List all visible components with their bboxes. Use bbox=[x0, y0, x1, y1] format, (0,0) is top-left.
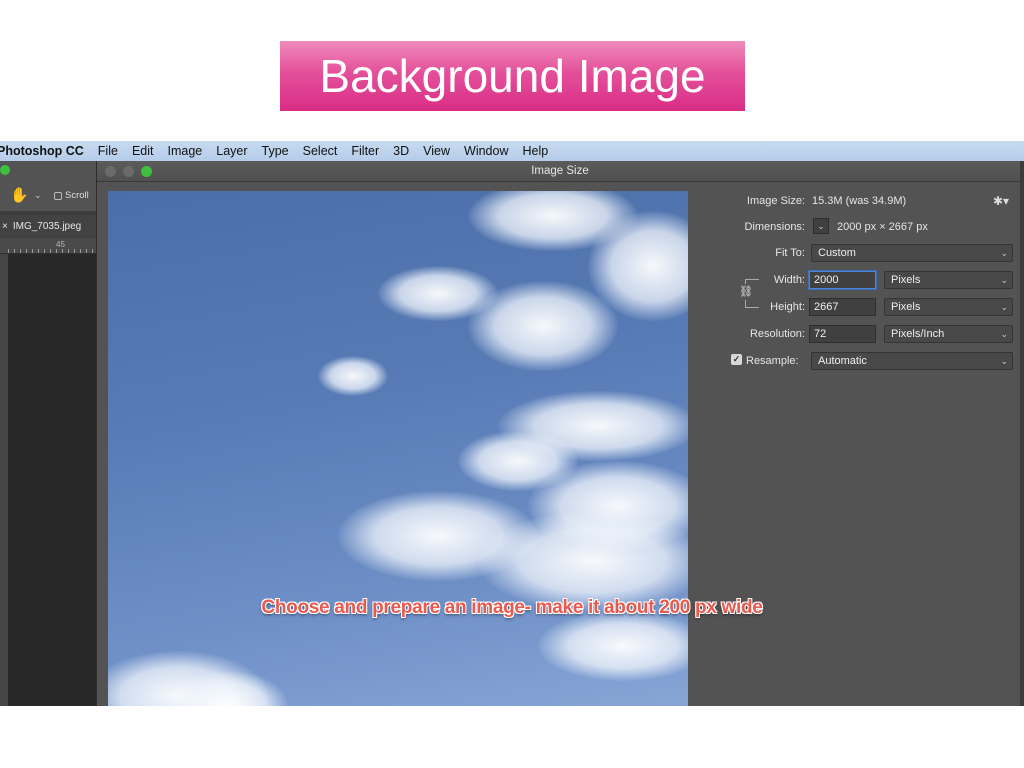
chevron-down-icon[interactable]: ⌄ bbox=[813, 218, 829, 234]
menu-file[interactable]: File bbox=[98, 144, 118, 158]
menu-type[interactable]: Type bbox=[262, 144, 289, 158]
width-label: Width: bbox=[773, 274, 805, 286]
width-unit-value: Pixels bbox=[891, 274, 921, 286]
window-zoom-button[interactable] bbox=[0, 165, 10, 175]
slide-caption: Choose and prepare an image- make it abo… bbox=[261, 597, 763, 618]
scroll-all-windows-option[interactable]: Scroll bbox=[54, 190, 89, 201]
width-unit-select[interactable]: Pixels ⌄ bbox=[884, 271, 1013, 289]
height-unit-value: Pixels bbox=[891, 301, 921, 313]
chevron-down-icon: ⌄ bbox=[1000, 302, 1008, 312]
hand-icon[interactable]: ✋ bbox=[10, 186, 30, 206]
close-icon[interactable]: × bbox=[2, 221, 8, 232]
menu-window[interactable]: Window bbox=[464, 144, 508, 158]
menu-edit[interactable]: Edit bbox=[132, 144, 154, 158]
dimensions-value: 2000 px × 2667 px bbox=[837, 221, 928, 233]
menu-help[interactable]: Help bbox=[523, 144, 549, 158]
width-field[interactable]: 2000 bbox=[809, 271, 876, 289]
slide-title: Background Image bbox=[280, 41, 745, 111]
menu-filter[interactable]: Filter bbox=[351, 144, 379, 158]
height-unit-select[interactable]: Pixels ⌄ bbox=[884, 298, 1013, 316]
horizontal-ruler: 45 bbox=[0, 238, 98, 254]
menu-app-name[interactable]: Photoshop CC bbox=[0, 144, 84, 158]
resolution-unit-value: Pixels/Inch bbox=[891, 328, 945, 340]
chain-link-icon[interactable]: ⛓ bbox=[739, 284, 753, 300]
resolution-label: Resolution: bbox=[749, 328, 805, 340]
canvas-area bbox=[0, 254, 98, 706]
document-tab-label: IMG_7035.jpeg bbox=[12, 220, 82, 232]
slide: Background Image Photoshop CC File Edit … bbox=[0, 0, 1024, 768]
image-size-dialog: Image Size Image Size: 15.3M (was 34.9M)… bbox=[96, 161, 1023, 706]
chevron-down-icon: ⌄ bbox=[1000, 248, 1008, 258]
menu-image[interactable]: Image bbox=[168, 144, 203, 158]
mac-menubar: Photoshop CC File Edit Image Layer Type … bbox=[0, 141, 1024, 161]
chevron-down-icon: ⌄ bbox=[1000, 275, 1008, 285]
ruler-number: 45 bbox=[56, 240, 65, 249]
gear-icon[interactable]: ✱▾ bbox=[993, 194, 1009, 208]
menu-layer[interactable]: Layer bbox=[216, 144, 247, 158]
dimensions-label: Dimensions: bbox=[744, 221, 805, 233]
menu-3d[interactable]: 3D bbox=[393, 144, 409, 158]
scroll-label: Scroll bbox=[65, 190, 89, 201]
dialog-title: Image Size bbox=[531, 165, 589, 177]
fit-to-select[interactable]: Custom ⌄ bbox=[811, 244, 1013, 262]
chevron-down-icon: ⌄ bbox=[1000, 356, 1008, 366]
resample-checkbox[interactable]: ✓ bbox=[731, 354, 742, 365]
fit-to-label: Fit To: bbox=[775, 247, 805, 259]
image-size-label: Image Size: bbox=[746, 195, 805, 207]
resolution-unit-select[interactable]: Pixels/Inch ⌄ bbox=[884, 325, 1013, 343]
chevron-down-icon: ⌄ bbox=[1000, 329, 1008, 339]
cloud-shape bbox=[318, 356, 388, 396]
height-label: Height: bbox=[770, 301, 805, 313]
document-tab[interactable]: × IMG_7035.jpeg bbox=[0, 215, 98, 237]
vertical-ruler bbox=[0, 254, 8, 706]
image-size-value: 15.3M (was 34.9M) bbox=[812, 195, 907, 207]
chevron-down-icon[interactable]: ⌄ bbox=[34, 190, 42, 201]
menu-select[interactable]: Select bbox=[303, 144, 338, 158]
cloud-shape bbox=[538, 611, 688, 681]
fit-to-value: Custom bbox=[818, 247, 856, 259]
height-field[interactable]: 2667 bbox=[809, 298, 876, 316]
ruler-ticks bbox=[8, 249, 96, 253]
cloud-shape bbox=[478, 511, 688, 611]
resample-label: Resample: bbox=[746, 355, 799, 367]
dialog-titlebar[interactable]: Image Size bbox=[97, 161, 1023, 182]
workspace-edge bbox=[1020, 161, 1024, 706]
resolution-field[interactable]: 72 bbox=[809, 325, 876, 343]
image-preview[interactable] bbox=[108, 191, 688, 706]
checkbox[interactable] bbox=[54, 191, 62, 200]
resample-select[interactable]: Automatic ⌄ bbox=[811, 352, 1013, 370]
resample-value: Automatic bbox=[818, 355, 867, 367]
menu-view[interactable]: View bbox=[423, 144, 450, 158]
cloud-shape bbox=[468, 281, 618, 371]
